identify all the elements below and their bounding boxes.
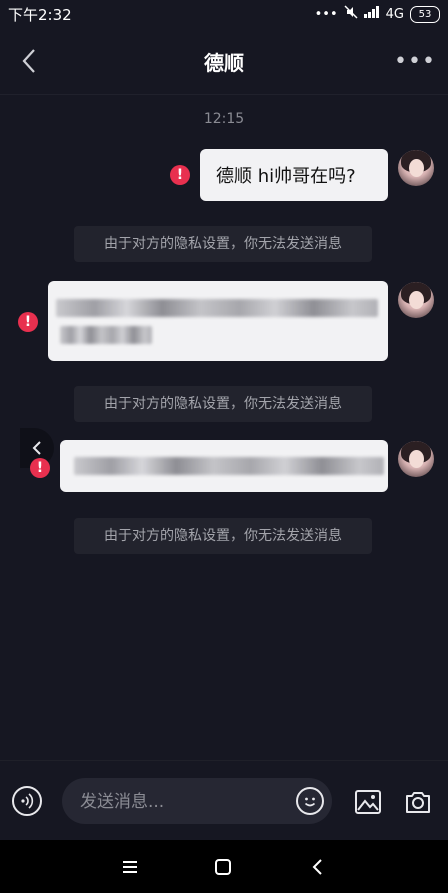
signal-icon — [363, 6, 380, 22]
error-icon[interactable]: ! — [18, 312, 38, 332]
chevron-left-icon — [32, 441, 41, 455]
blurred-text — [60, 326, 152, 344]
message-input[interactable] — [78, 778, 282, 826]
error-icon[interactable]: ! — [30, 458, 50, 478]
nav-home-button[interactable] — [210, 854, 236, 880]
message-input-box[interactable] — [62, 778, 332, 826]
error-icon[interactable]: ! — [170, 165, 190, 185]
status-icons: ••• 4G 53 — [315, 5, 440, 23]
avatar[interactable] — [398, 282, 434, 318]
more-icon: ••• — [394, 48, 436, 74]
back-icon — [312, 859, 322, 875]
notification-dots-icon: ••• — [314, 6, 338, 22]
avatar[interactable] — [398, 150, 434, 186]
more-button[interactable]: ••• — [394, 42, 435, 80]
battery-icon: 53 — [410, 5, 440, 23]
system-nav-bar — [0, 840, 448, 893]
voice-button[interactable] — [12, 786, 42, 816]
status-bar: 下午2:32 ••• 4G 53 — [0, 0, 448, 28]
image-icon — [355, 790, 381, 814]
nav-back-button[interactable] — [304, 854, 330, 880]
emoji-icon — [304, 797, 316, 807]
chat-header: 德顺 ••• — [0, 28, 448, 95]
chevron-left-icon — [22, 49, 35, 73]
chat-title: 德顺 — [204, 50, 244, 75]
back-button[interactable] — [12, 42, 46, 80]
system-note: 由于对方的隐私设置，你无法发送消息 — [74, 386, 372, 422]
network-type: 4G — [385, 6, 404, 22]
camera-button[interactable] — [404, 789, 432, 815]
blurred-text — [74, 457, 384, 475]
message-bubble[interactable]: 德顺 hi帅哥在吗? — [200, 149, 388, 201]
emoji-button[interactable] — [296, 787, 324, 815]
nav-menu-button[interactable] — [117, 854, 143, 880]
voice-icon — [21, 793, 34, 809]
home-icon — [215, 859, 231, 875]
menu-icon — [123, 861, 137, 873]
message-text: 德顺 hi帅哥在吗? — [216, 166, 356, 187]
message-bubble-blurred[interactable] — [60, 440, 388, 492]
message-composer — [0, 760, 448, 841]
image-button[interactable] — [354, 789, 382, 815]
blurred-text — [56, 299, 378, 317]
avatar[interactable] — [398, 441, 434, 477]
message-bubble-blurred[interactable] — [48, 281, 388, 361]
system-note: 由于对方的隐私设置，你无法发送消息 — [74, 518, 372, 554]
message-timestamp: 12:15 — [203, 111, 245, 127]
camera-icon — [406, 792, 430, 813]
status-time: 下午2:32 — [8, 5, 72, 24]
system-note: 由于对方的隐私设置，你无法发送消息 — [74, 226, 372, 262]
mute-icon — [344, 5, 358, 23]
